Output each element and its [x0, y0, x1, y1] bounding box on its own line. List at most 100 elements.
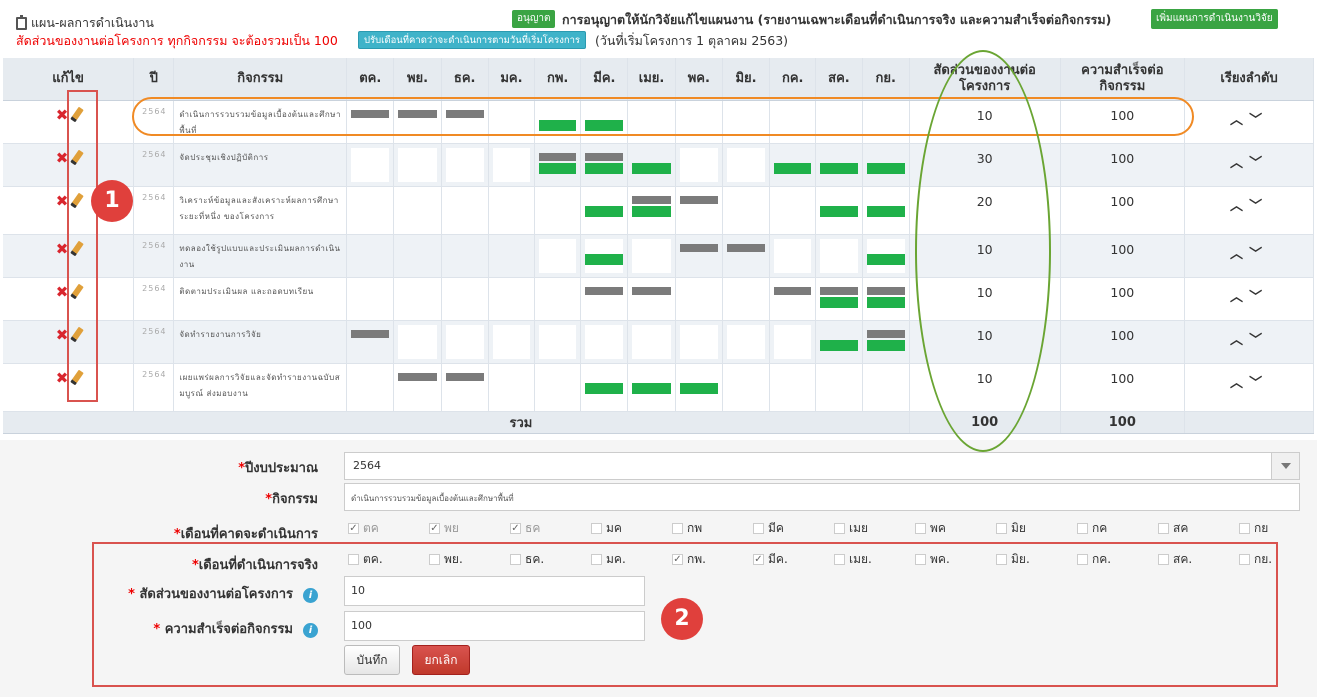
checkbox-box[interactable]	[996, 554, 1007, 565]
month-cell	[675, 143, 723, 187]
delete-icon[interactable]: ✖	[56, 193, 69, 208]
month-checkbox[interactable]: มค	[591, 519, 672, 538]
pencil-icon[interactable]	[70, 192, 85, 208]
month-checkbox[interactable]: ✓ พย	[429, 519, 510, 538]
month-checkbox[interactable]: สค.	[1158, 550, 1239, 569]
pencil-icon[interactable]	[70, 283, 85, 299]
chevron-up-icon[interactable]: ︿	[1230, 199, 1249, 214]
checkbox-box[interactable]: ✓	[672, 554, 683, 565]
month-checkbox[interactable]: ตค.	[348, 550, 429, 569]
plan-bar	[679, 243, 718, 252]
month-checkbox[interactable]: พค.	[915, 550, 996, 569]
chevron-up-icon[interactable]: ︿	[1230, 156, 1249, 171]
delete-icon[interactable]: ✖	[56, 327, 69, 342]
chevron-up-icon[interactable]: ︿	[1230, 113, 1249, 128]
month-checkbox[interactable]: เมย	[834, 519, 915, 538]
delete-icon[interactable]: ✖	[56, 370, 69, 385]
month-checkbox[interactable]: เมย.	[834, 550, 915, 569]
share-input[interactable]: 10	[344, 576, 645, 606]
chevron-up-icon[interactable]: ︿	[1230, 376, 1249, 391]
checkbox-box[interactable]	[915, 554, 926, 565]
pencil-icon[interactable]	[70, 149, 85, 165]
month-checkbox[interactable]: มีค	[753, 519, 834, 538]
month-checkbox[interactable]: กย	[1239, 519, 1317, 538]
chevron-up-icon[interactable]: ︿	[1230, 333, 1249, 348]
checkbox-box[interactable]: ✓	[429, 523, 440, 534]
checkbox-box[interactable]	[672, 523, 683, 534]
success-input[interactable]: 100	[344, 611, 645, 641]
checkbox-box[interactable]	[915, 523, 926, 534]
info-icon[interactable]: i	[303, 588, 318, 603]
cancel-button[interactable]: ยกเลิก	[412, 645, 470, 675]
chevron-down-icon[interactable]: ﹀	[1249, 247, 1268, 262]
month-checkbox[interactable]: ✓ ธค	[510, 519, 591, 538]
month-checkbox[interactable]: พค	[915, 519, 996, 538]
chevron-down-icon[interactable]: ﹀	[1249, 199, 1268, 214]
checkbox-box[interactable]	[591, 523, 602, 534]
edit-form: *ปีงบประมาณ 2564 *กิจกรรม ดำเนินการรวบรว…	[0, 440, 1317, 697]
checkbox-box[interactable]	[1239, 523, 1250, 534]
month-checkbox[interactable]: กพ	[672, 519, 753, 538]
actual-bar	[585, 382, 624, 394]
checkbox-box[interactable]	[834, 554, 845, 565]
chevron-down-icon[interactable]: ﹀	[1249, 290, 1268, 305]
pencil-icon[interactable]	[70, 240, 85, 256]
checkbox-box[interactable]	[834, 523, 845, 534]
chevron-up-icon[interactable]: ︿	[1230, 247, 1249, 262]
pencil-icon[interactable]	[70, 369, 85, 385]
checkbox-box[interactable]	[510, 554, 521, 565]
permission-badge: อนุญาต	[512, 10, 556, 28]
pencil-icon[interactable]	[70, 106, 85, 122]
month-checkbox[interactable]: กค	[1077, 519, 1158, 538]
budget-year-select[interactable]: 2564	[344, 452, 1300, 480]
chevron-down-icon[interactable]	[1271, 453, 1299, 479]
checkbox-box[interactable]	[1239, 554, 1250, 565]
checkbox-label: กพ.	[687, 552, 706, 566]
delete-icon[interactable]: ✖	[56, 107, 69, 122]
delete-icon[interactable]: ✖	[56, 241, 69, 256]
checkbox-box[interactable]	[1158, 554, 1169, 565]
month-checkbox[interactable]: ธค.	[510, 550, 591, 569]
checkbox-box[interactable]: ✓	[753, 554, 764, 565]
checkbox-box[interactable]	[753, 523, 764, 534]
checkbox-box[interactable]	[1077, 554, 1088, 565]
month-checkbox[interactable]: กย.	[1239, 550, 1317, 569]
month-checkbox[interactable]: มิย	[996, 519, 1077, 538]
checkbox-box[interactable]	[348, 554, 359, 565]
checkbox-box[interactable]	[591, 554, 602, 565]
col-edit: แก้ไข	[3, 58, 135, 101]
actual-bar	[632, 382, 671, 394]
row-activity: วิเคราะห์ข้อมูลและสังเคราะห์ผลการศึกษา ร…	[173, 186, 348, 235]
chevron-down-icon[interactable]: ﹀	[1249, 333, 1268, 348]
month-empty-box	[632, 238, 671, 273]
checkbox-box[interactable]	[996, 523, 1007, 534]
chevron-down-icon[interactable]: ﹀	[1249, 113, 1268, 128]
checkbox-box[interactable]	[429, 554, 440, 565]
month-checkbox[interactable]: มค.	[591, 550, 672, 569]
month-checkbox[interactable]: สค	[1158, 519, 1239, 538]
delete-icon[interactable]: ✖	[56, 150, 69, 165]
adjust-months-button[interactable]: ปรับเดือนที่คาดว่าจะดำเนินการตามวันที่เร…	[358, 31, 587, 49]
month-checkbox[interactable]: กค.	[1077, 550, 1158, 569]
activity-input[interactable]: ดำเนินการรวบรวมข้อมูลเบื้องต้นและศึกษาพื…	[344, 483, 1300, 511]
month-checkbox[interactable]: ✓ ตค	[348, 519, 429, 538]
order-cell: ︿﹀	[1184, 320, 1314, 364]
month-checkbox[interactable]: ✓ มีค.	[753, 550, 834, 569]
info-icon[interactable]: i	[303, 623, 318, 638]
month-checkbox[interactable]: พย.	[429, 550, 510, 569]
delete-icon[interactable]: ✖	[56, 284, 69, 299]
add-plan-button[interactable]: เพิ่มแผนการดำเนินงานวิจัย	[1151, 9, 1278, 29]
chevron-up-icon[interactable]: ︿	[1230, 290, 1249, 305]
chevron-down-icon[interactable]: ﹀	[1249, 156, 1268, 171]
checkbox-box[interactable]: ✓	[510, 523, 521, 534]
save-button[interactable]: บันทึก	[344, 645, 400, 675]
pencil-icon[interactable]	[70, 326, 85, 342]
checkbox-box[interactable]	[1077, 523, 1088, 534]
month-checkbox[interactable]: ✓ กพ.	[672, 550, 753, 569]
checkbox-box[interactable]: ✓	[348, 523, 359, 534]
actual-bar	[866, 205, 905, 217]
month-empty-box	[492, 147, 531, 182]
month-checkbox[interactable]: มิย.	[996, 550, 1077, 569]
checkbox-box[interactable]	[1158, 523, 1169, 534]
chevron-down-icon[interactable]: ﹀	[1249, 376, 1268, 391]
